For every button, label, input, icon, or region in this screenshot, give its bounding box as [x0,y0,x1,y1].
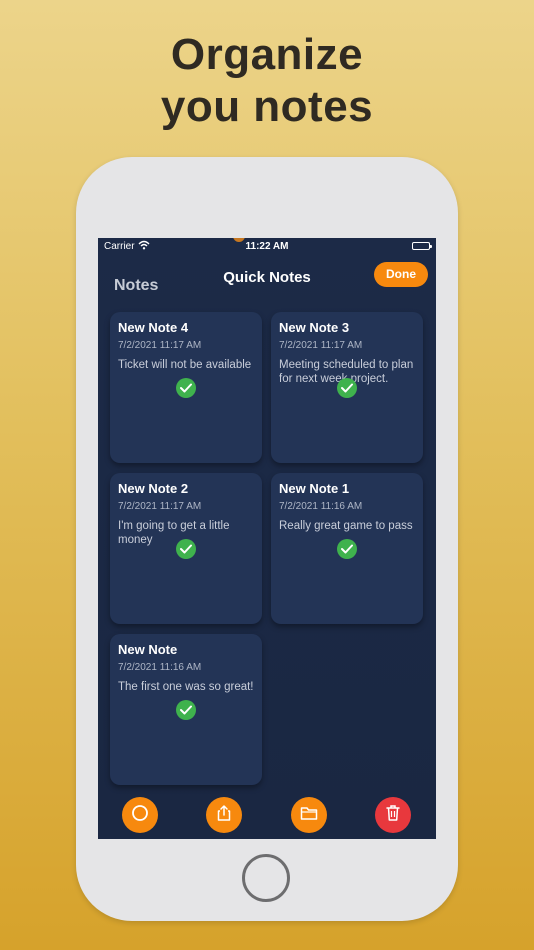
home-button[interactable] [242,854,290,902]
note-title: New Note 3 [279,320,350,335]
folder-button[interactable] [291,797,327,833]
toolbar-circle-button[interactable] [122,797,158,833]
checkmark-icon[interactable] [176,539,196,559]
note-body: The first one was so great! [118,681,254,693]
note-card[interactable]: New Note 1 7/2/2021 11:16 AM Really grea… [271,473,423,624]
trash-icon [385,804,401,827]
app-screen: Carrier 11:22 AM Notes Quick Notes Done … [98,238,436,839]
checkmark-icon[interactable] [337,378,357,398]
note-body: Really great game to pass [279,520,413,532]
battery-icon [412,242,432,250]
status-bar: Carrier 11:22 AM [98,238,436,256]
note-card[interactable]: New Note 7/2/2021 11:16 AM The first one… [110,634,262,785]
delete-button[interactable] [375,797,411,833]
note-title: New Note 2 [118,481,189,496]
headline-line-1: Organize [170,30,364,79]
note-card[interactable]: New Note 2 7/2/2021 11:17 AM I'm going t… [110,473,262,624]
note-date: 7/2/2021 11:17 AM [118,340,202,351]
folder-icon [300,805,318,826]
note-date: 7/2/2021 11:17 AM [118,501,202,512]
checkmark-icon[interactable] [176,378,196,398]
share-button[interactable] [206,797,242,833]
circle-icon [131,804,149,827]
note-title: New Note 1 [279,481,350,496]
note-card[interactable]: New Note 3 7/2/2021 11:17 AM Meeting sch… [271,312,423,463]
done-button[interactable]: Done [374,262,428,287]
note-date: 7/2/2021 11:16 AM [118,662,202,673]
note-card[interactable]: New Note 4 7/2/2021 11:17 AM Ticket will… [110,312,262,463]
status-time: 11:22 AM [245,241,289,252]
headline-line-2: you notes [160,82,374,131]
note-title: New Note 4 [118,320,189,335]
note-date: 7/2/2021 11:17 AM [279,340,363,351]
note-date: 7/2/2021 11:16 AM [279,501,363,512]
checkmark-icon[interactable] [337,539,357,559]
note-body: Ticket will not be available [118,359,252,371]
share-icon [215,804,233,827]
checkmark-icon[interactable] [176,700,196,720]
note-title: New Note [118,642,178,657]
